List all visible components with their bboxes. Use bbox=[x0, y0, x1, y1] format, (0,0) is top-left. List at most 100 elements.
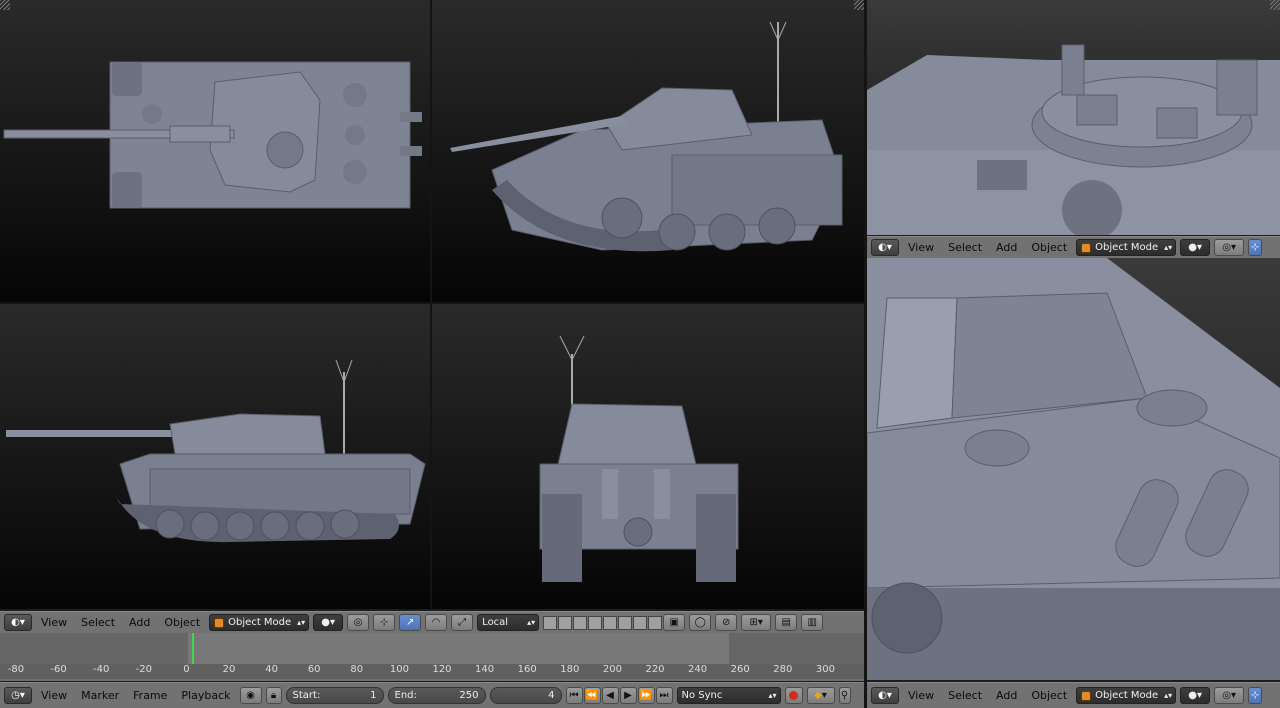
ruler-tick-label: -20 bbox=[135, 664, 152, 675]
render-animation-icon[interactable]: ▥ bbox=[801, 614, 824, 631]
manipulator-toggle-icon[interactable]: ⊹ bbox=[373, 614, 396, 631]
layer-button[interactable] bbox=[588, 615, 603, 630]
rotate-manipulator-icon[interactable]: ◠ bbox=[425, 614, 448, 631]
proportional-edit-icon[interactable]: ◯ bbox=[689, 614, 712, 631]
timeline-track[interactable] bbox=[0, 633, 866, 664]
ruler-tick-label: -80 bbox=[7, 664, 25, 675]
object-mode-dropdown[interactable]: Object Mode ▴▾ bbox=[209, 614, 310, 631]
translate-manipulator-icon[interactable]: ↗ bbox=[399, 614, 422, 631]
transform-orientation-dropdown[interactable]: Local ▴▾ bbox=[477, 614, 540, 631]
layer-button[interactable] bbox=[603, 615, 618, 630]
frame-menu[interactable]: Frame bbox=[128, 689, 172, 702]
editor-type-button[interactable]: ◷▾ bbox=[4, 687, 32, 704]
select-menu[interactable]: Select bbox=[76, 616, 120, 629]
viewport-top-view[interactable] bbox=[0, 0, 430, 302]
jump-keyframe-forward-icon[interactable]: ⏩ bbox=[637, 687, 655, 704]
editor-type-button[interactable]: ◐▾ bbox=[4, 614, 32, 631]
viewport-header: ◐▾ View Select Add Object Object Mode ▴▾… bbox=[867, 236, 1280, 258]
ruler-tick-label: 100 bbox=[389, 664, 409, 675]
manipulator-toggle-icon[interactable]: ⊹ bbox=[1248, 687, 1263, 704]
object-mode-cube-icon bbox=[1081, 690, 1092, 701]
viewport-split-corner[interactable] bbox=[0, 0, 10, 10]
ruler-tick-label: 120 bbox=[432, 664, 452, 675]
start-frame-field[interactable]: Start: 1 bbox=[285, 687, 384, 704]
auto-keying-record-icon[interactable] bbox=[784, 687, 803, 704]
editor-type-button[interactable]: ◐▾ bbox=[871, 239, 899, 256]
pivot-point-button[interactable]: ◎▾ bbox=[1214, 239, 1245, 256]
jump-keyframe-back-icon[interactable]: ⏪ bbox=[583, 687, 601, 704]
jump-end-icon[interactable]: ⏭ bbox=[655, 687, 673, 704]
view-menu[interactable]: View bbox=[903, 689, 939, 702]
ruler-tick-label: 140 bbox=[475, 664, 495, 675]
add-menu[interactable]: Add bbox=[991, 241, 1022, 254]
dropdown-arrow-icon: ▴▾ bbox=[1164, 243, 1173, 252]
layer-buttons[interactable] bbox=[543, 615, 663, 630]
timeline-ruler[interactable]: -80 -60 -40 -20 0 20 40 60 80 100 120 140 160 180 200 2… bbox=[0, 664, 866, 679]
dropdown-arrow-icon: ▴▾ bbox=[527, 618, 536, 627]
object-menu[interactable]: Object bbox=[159, 616, 205, 629]
keying-set-icon[interactable]: ◆ ▾ bbox=[806, 687, 835, 704]
viewport-side-view[interactable] bbox=[0, 304, 430, 609]
ruler-tick-label: 260 bbox=[730, 664, 750, 675]
viewport-closeup-turret[interactable] bbox=[867, 0, 1280, 235]
marker-menu[interactable]: Marker bbox=[76, 689, 124, 702]
layer-button[interactable] bbox=[558, 615, 573, 630]
play-icon[interactable]: ▶ bbox=[619, 687, 637, 704]
view-menu[interactable]: View bbox=[36, 616, 72, 629]
viewport-shading-button[interactable]: ●▾ bbox=[1180, 687, 1211, 704]
add-menu[interactable]: Add bbox=[991, 689, 1022, 702]
layer-button[interactable] bbox=[618, 615, 633, 630]
ruler-tick-label: 300 bbox=[815, 664, 835, 675]
timeline-view-menu[interactable]: View bbox=[36, 689, 72, 702]
select-menu[interactable]: Select bbox=[943, 689, 987, 702]
ruler-tick-label: -60 bbox=[50, 664, 67, 675]
snap-toggle-icon[interactable]: ⊘ bbox=[715, 614, 738, 631]
play-reverse-icon[interactable]: ◀ bbox=[601, 687, 619, 704]
viewport-shading-button[interactable]: ●▾ bbox=[313, 614, 344, 631]
viewport-shading-button[interactable]: ●▾ bbox=[1180, 239, 1211, 256]
scale-manipulator-icon[interactable]: ⤢ bbox=[451, 614, 474, 631]
jump-start-icon[interactable]: ⏮ bbox=[565, 687, 583, 704]
object-menu[interactable]: Object bbox=[1026, 241, 1072, 254]
viewport-rear-view[interactable] bbox=[432, 304, 864, 609]
sync-mode-dropdown[interactable]: No Sync ▴▾ bbox=[676, 687, 781, 704]
viewport-split-corner[interactable] bbox=[854, 0, 864, 10]
object-mode-label: Object Mode bbox=[1095, 690, 1159, 701]
ruler-tick-label: 160 bbox=[517, 664, 537, 675]
viewport-closeup-rear[interactable] bbox=[867, 258, 1280, 680]
view-menu[interactable]: View bbox=[903, 241, 939, 254]
select-menu[interactable]: Select bbox=[943, 241, 987, 254]
lock-layers-icon[interactable]: ▣ bbox=[663, 614, 686, 631]
ruler-tick-label: 200 bbox=[602, 664, 622, 675]
add-menu[interactable]: Add bbox=[124, 616, 155, 629]
layer-button[interactable] bbox=[543, 615, 558, 630]
viewport-split-corner[interactable] bbox=[1270, 0, 1280, 10]
tank-side-view-render bbox=[6, 359, 426, 543]
editor-type-button[interactable]: ◐▾ bbox=[871, 687, 899, 704]
keyframe-insert-icon[interactable]: ⚲ bbox=[838, 687, 851, 704]
playback-menu[interactable]: Playback bbox=[176, 689, 235, 702]
pivot-point-button[interactable]: ◎▾ bbox=[1214, 687, 1245, 704]
layer-button[interactable] bbox=[648, 615, 663, 630]
manipulator-toggle-icon[interactable]: ⊹ bbox=[1248, 239, 1263, 256]
viewport-perspective-view[interactable] bbox=[432, 0, 864, 302]
layer-button[interactable] bbox=[573, 615, 588, 630]
current-frame-field[interactable]: 4 bbox=[489, 687, 562, 704]
area-divider[interactable] bbox=[430, 0, 432, 609]
render-still-icon[interactable]: ▤ bbox=[775, 614, 798, 631]
layer-button[interactable] bbox=[633, 615, 648, 630]
current-frame-value: 4 bbox=[548, 690, 555, 701]
snap-element-dropdown[interactable]: ⊞▾ bbox=[741, 614, 772, 631]
timeline-area[interactable]: -80 -60 -40 -20 0 20 40 60 80 100 120 140 160 180 200 2… bbox=[0, 633, 866, 681]
ruler-tick-label: 40 bbox=[265, 664, 278, 675]
current-frame-cursor[interactable] bbox=[192, 633, 194, 664]
object-menu[interactable]: Object bbox=[1026, 689, 1072, 702]
pivot-point-button[interactable]: ◎ bbox=[347, 614, 370, 631]
preview-range-icon[interactable]: ◉ bbox=[239, 687, 262, 704]
object-mode-dropdown[interactable]: Object Mode ▴▾ bbox=[1076, 687, 1177, 704]
end-frame-field[interactable]: End: 250 bbox=[387, 687, 486, 704]
start-frame-value: 1 bbox=[370, 690, 377, 701]
object-mode-dropdown[interactable]: Object Mode ▴▾ bbox=[1076, 239, 1177, 256]
area-divider[interactable] bbox=[0, 302, 864, 304]
lock-range-icon[interactable]: 🔒︎ bbox=[265, 687, 282, 704]
